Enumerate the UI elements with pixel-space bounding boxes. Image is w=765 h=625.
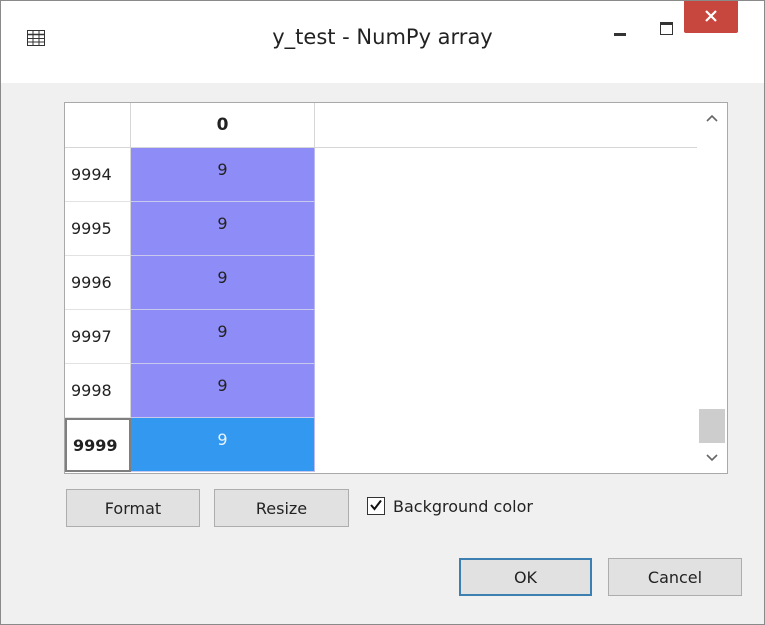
table-row[interactable]: 9994 9	[65, 148, 697, 202]
minimize-button[interactable]	[597, 15, 643, 45]
column-header-row: 0	[65, 103, 697, 148]
close-icon	[704, 8, 718, 27]
data-cell[interactable]: 9	[131, 256, 315, 310]
title-bar[interactable]: y_test - NumPy array	[1, 1, 764, 83]
data-cell[interactable]: 9	[131, 202, 315, 256]
scroll-down-button[interactable]	[697, 443, 727, 473]
table-row[interactable]: 9996 9	[65, 256, 697, 310]
row-header[interactable]: 9996	[65, 256, 131, 310]
table-row[interactable]: 9995 9	[65, 202, 697, 256]
ok-button[interactable]: OK	[459, 558, 592, 596]
row-header[interactable]: 9997	[65, 310, 131, 364]
cancel-button[interactable]: Cancel	[608, 558, 742, 596]
vertical-scrollbar[interactable]	[697, 103, 727, 473]
table-row[interactable]: 9998 9	[65, 364, 697, 418]
scroll-up-button[interactable]	[697, 103, 727, 133]
data-cell[interactable]: 9	[131, 364, 315, 418]
minimize-icon	[614, 32, 626, 36]
close-button[interactable]	[684, 1, 738, 33]
resize-button[interactable]: Resize	[214, 489, 349, 527]
data-cell[interactable]: 9	[131, 310, 315, 364]
data-cell-selected[interactable]: 9	[131, 418, 315, 472]
array-grid[interactable]: 0 9994 9 9995 9 9996 9 9997 9 9998 9 999…	[64, 102, 728, 474]
scrollbar-thumb[interactable]	[699, 409, 725, 443]
table-row[interactable]: 9997 9	[65, 310, 697, 364]
row-header[interactable]: 9995	[65, 202, 131, 256]
maximize-icon	[659, 21, 673, 35]
data-cell[interactable]: 9	[131, 148, 315, 202]
background-color-checkbox[interactable]	[367, 497, 385, 515]
row-header-current[interactable]: 9999	[65, 418, 131, 472]
corner-cell[interactable]	[65, 103, 131, 147]
background-color-label[interactable]: Background color	[393, 497, 533, 517]
check-icon	[369, 497, 383, 516]
maximize-button[interactable]	[643, 15, 689, 45]
table-row-selected[interactable]: 9999 9	[65, 418, 697, 472]
column-header-0[interactable]: 0	[131, 103, 315, 147]
numpy-array-dialog: y_test - NumPy array 0 9994 9 9995 9 999…	[0, 0, 765, 625]
format-button[interactable]: Format	[66, 489, 200, 527]
row-header[interactable]: 9998	[65, 364, 131, 418]
chevron-down-icon	[706, 450, 718, 466]
chevron-up-icon	[706, 110, 718, 126]
row-header[interactable]: 9994	[65, 148, 131, 202]
